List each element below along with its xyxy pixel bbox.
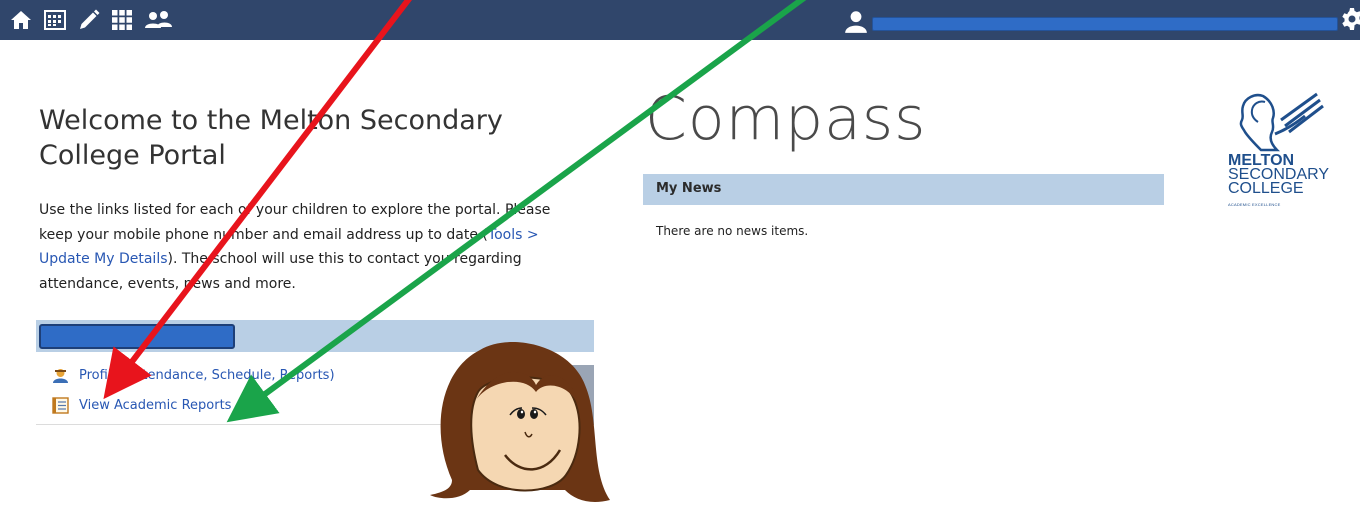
school-tagline: ACADEMIC EXCELLENCE xyxy=(1228,202,1281,207)
intro-text-prefix: Use the links listed for each of your ch… xyxy=(39,202,551,243)
profile-link-label: Profile (Attendance, Schedule, Reports) xyxy=(79,368,335,383)
people-icon[interactable] xyxy=(144,8,174,32)
grid-icon[interactable] xyxy=(110,8,134,32)
top-nav-bar xyxy=(0,0,1360,40)
user-icon[interactable] xyxy=(843,8,869,34)
school-name-line3: COLLEGE xyxy=(1228,180,1304,197)
compass-logo: Compass xyxy=(645,84,927,154)
gear-icon[interactable] xyxy=(1340,7,1360,31)
calendar-icon[interactable] xyxy=(43,8,67,32)
child-links-divider xyxy=(36,424,461,425)
news-empty-message: There are no news items. xyxy=(656,224,809,238)
home-icon[interactable] xyxy=(9,8,33,32)
student-photo xyxy=(474,365,594,425)
academic-reports-link-label: View Academic Reports xyxy=(79,398,232,413)
school-name: MELTON SECONDARY COLLEGE xyxy=(1228,153,1329,197)
welcome-title: Welcome to the Melton Secondary College … xyxy=(39,105,503,171)
profile-icon xyxy=(52,367,69,384)
news-title: My News xyxy=(656,181,722,196)
pencil-icon[interactable] xyxy=(77,8,101,32)
welcome-intro: Use the links listed for each of your ch… xyxy=(39,198,587,296)
child-name-redacted xyxy=(39,324,235,349)
report-icon xyxy=(52,397,69,414)
user-name-redacted[interactable] xyxy=(872,17,1338,31)
